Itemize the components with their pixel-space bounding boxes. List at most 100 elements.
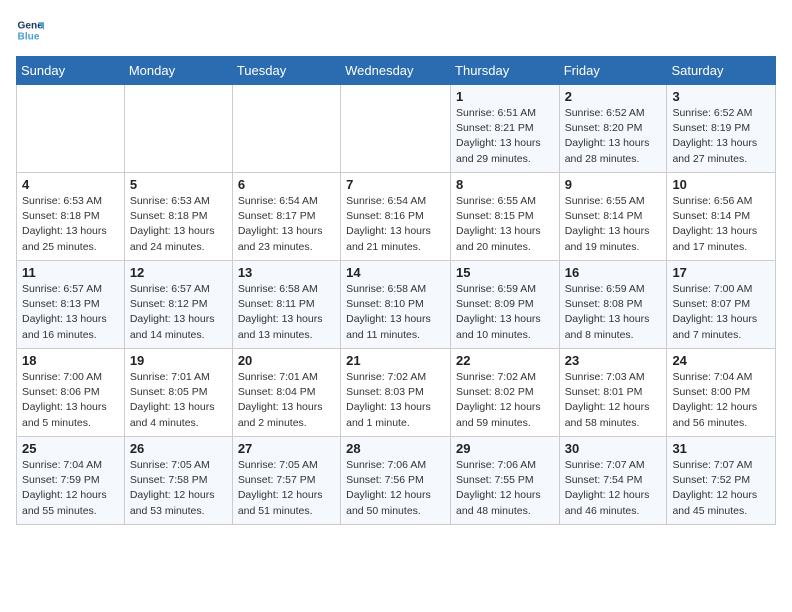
calendar-cell: 27Sunrise: 7:05 AM Sunset: 7:57 PM Dayli… <box>232 437 340 525</box>
cell-info: Sunrise: 6:55 AM Sunset: 8:15 PM Dayligh… <box>456 194 554 255</box>
weekday-wednesday: Wednesday <box>341 57 451 85</box>
calendar-cell: 12Sunrise: 6:57 AM Sunset: 8:12 PM Dayli… <box>124 261 232 349</box>
svg-text:Blue: Blue <box>18 31 40 42</box>
calendar-cell: 31 Sunrise: 7:07 AM Sunset: 7:52 PM Dayli… <box>667 437 776 525</box>
calendar-cell: 17 Sunrise: 7:00 AM Sunset: 8:07 PM Dayli… <box>667 261 776 349</box>
cell-info: Sunrise: 7:02 AM Sunset: 8:03 PM Dayligh… <box>346 370 445 431</box>
calendar-cell: 16Sunrise: 6:59 AM Sunset: 8:08 PM Dayli… <box>559 261 667 349</box>
cell-info: Sunrise: 6:58 AM Sunset: 8:10 PM Dayligh… <box>346 282 445 343</box>
calendar-cell: 6 Sunrise: 6:54 AM Sunset: 8:17 PM Daylig… <box>232 173 340 261</box>
calendar-body: 1Sunrise: 6:51 AM Sunset: 8:21 PM Daylig… <box>17 85 776 525</box>
cell-info: Sunrise: 7:04 AM Sunset: 8:00 PM Dayligh… <box>672 370 770 431</box>
cell-info: Sunrise: 7:03 AM Sunset: 8:01 PM Dayligh… <box>565 370 662 431</box>
logo: General Blue <box>16 16 48 44</box>
calendar-cell: 4 Sunrise: 6:53 AM Sunset: 8:18 PM Daylig… <box>17 173 125 261</box>
calendar-table: SundayMondayTuesdayWednesdayThursdayFrid… <box>16 56 776 525</box>
calendar-cell: 25 Sunrise: 7:04 AM Sunset: 7:59 PM Dayli… <box>17 437 125 525</box>
calendar-cell: 30 Sunrise: 7:07 AM Sunset: 7:54 PM Dayli… <box>559 437 667 525</box>
day-number: 11 <box>22 265 119 280</box>
cell-info: Sunrise: 6:53 AM Sunset: 8:18 PM Dayligh… <box>130 194 227 255</box>
cell-info: Sunrise: 6:51 AM Sunset: 8:21 PM Dayligh… <box>456 106 554 167</box>
cell-info: Sunrise: 7:04 AM Sunset: 7:59 PM Dayligh… <box>22 458 119 519</box>
cell-info: Sunrise: 7:01 AM Sunset: 8:05 PM Dayligh… <box>130 370 227 431</box>
calendar-cell: 18 Sunrise: 7:00 AM Sunset: 8:06 PM Dayli… <box>17 349 125 437</box>
day-number: 14 <box>346 265 445 280</box>
cell-info: Sunrise: 7:07 AM Sunset: 7:54 PM Dayligh… <box>565 458 662 519</box>
day-number: 3 <box>672 89 770 104</box>
cell-info: Sunrise: 7:06 AM Sunset: 7:55 PM Dayligh… <box>456 458 554 519</box>
cell-info: Sunrise: 6:56 AM Sunset: 8:14 PM Dayligh… <box>672 194 770 255</box>
calendar-cell <box>124 85 232 173</box>
calendar-cell: 23 Sunrise: 7:03 AM Sunset: 8:01 PM Dayli… <box>559 349 667 437</box>
day-number: 5 <box>130 177 227 192</box>
cell-info: Sunrise: 6:59 AM Sunset: 8:09 PM Dayligh… <box>456 282 554 343</box>
calendar-cell: 29 Sunrise: 7:06 AM Sunset: 7:55 PM Dayli… <box>451 437 560 525</box>
cell-info: Sunrise: 6:55 AM Sunset: 8:14 PM Dayligh… <box>565 194 662 255</box>
weekday-friday: Friday <box>559 57 667 85</box>
cell-info: Sunrise: 7:00 AM Sunset: 8:06 PM Dayligh… <box>22 370 119 431</box>
day-number: 22 <box>456 353 554 368</box>
day-number: 9 <box>565 177 662 192</box>
calendar-cell: 22 Sunrise: 7:02 AM Sunset: 8:02 PM Dayli… <box>451 349 560 437</box>
calendar-cell: 5 Sunrise: 6:53 AM Sunset: 8:18 PM Daylig… <box>124 173 232 261</box>
day-number: 25 <box>22 441 119 456</box>
day-number: 6 <box>238 177 335 192</box>
day-number: 24 <box>672 353 770 368</box>
calendar-week-5: 25 Sunrise: 7:04 AM Sunset: 7:59 PM Dayli… <box>17 437 776 525</box>
cell-info: Sunrise: 6:53 AM Sunset: 8:18 PM Dayligh… <box>22 194 119 255</box>
calendar-cell: 21 Sunrise: 7:02 AM Sunset: 8:03 PM Dayli… <box>341 349 451 437</box>
calendar-cell: 20 Sunrise: 7:01 AM Sunset: 8:04 PM Dayli… <box>232 349 340 437</box>
calendar-week-1: 1Sunrise: 6:51 AM Sunset: 8:21 PM Daylig… <box>17 85 776 173</box>
day-number: 2 <box>565 89 662 104</box>
page-header: General Blue <box>16 16 776 44</box>
weekday-tuesday: Tuesday <box>232 57 340 85</box>
day-number: 28 <box>346 441 445 456</box>
calendar-cell: 11Sunrise: 6:57 AM Sunset: 8:13 PM Dayli… <box>17 261 125 349</box>
calendar-cell: 2Sunrise: 6:52 AM Sunset: 8:20 PM Daylig… <box>559 85 667 173</box>
cell-info: Sunrise: 7:02 AM Sunset: 8:02 PM Dayligh… <box>456 370 554 431</box>
day-number: 29 <box>456 441 554 456</box>
calendar-week-4: 18 Sunrise: 7:00 AM Sunset: 8:06 PM Dayli… <box>17 349 776 437</box>
calendar-cell: 1Sunrise: 6:51 AM Sunset: 8:21 PM Daylig… <box>451 85 560 173</box>
calendar-cell: 7 Sunrise: 6:54 AM Sunset: 8:16 PM Daylig… <box>341 173 451 261</box>
calendar-cell: 13Sunrise: 6:58 AM Sunset: 8:11 PM Dayli… <box>232 261 340 349</box>
day-number: 7 <box>346 177 445 192</box>
day-number: 4 <box>22 177 119 192</box>
day-number: 17 <box>672 265 770 280</box>
cell-info: Sunrise: 6:58 AM Sunset: 8:11 PM Dayligh… <box>238 282 335 343</box>
day-number: 19 <box>130 353 227 368</box>
calendar-cell <box>17 85 125 173</box>
cell-info: Sunrise: 7:05 AM Sunset: 7:58 PM Dayligh… <box>130 458 227 519</box>
day-number: 15 <box>456 265 554 280</box>
calendar-cell: 3Sunrise: 6:52 AM Sunset: 8:19 PM Daylig… <box>667 85 776 173</box>
calendar-cell: 24 Sunrise: 7:04 AM Sunset: 8:00 PM Dayli… <box>667 349 776 437</box>
weekday-monday: Monday <box>124 57 232 85</box>
day-number: 21 <box>346 353 445 368</box>
weekday-thursday: Thursday <box>451 57 560 85</box>
day-number: 8 <box>456 177 554 192</box>
day-number: 26 <box>130 441 227 456</box>
calendar-cell: 15 Sunrise: 6:59 AM Sunset: 8:09 PM Dayli… <box>451 261 560 349</box>
calendar-cell: 26 Sunrise: 7:05 AM Sunset: 7:58 PM Dayli… <box>124 437 232 525</box>
day-number: 23 <box>565 353 662 368</box>
calendar-cell <box>341 85 451 173</box>
day-number: 30 <box>565 441 662 456</box>
cell-info: Sunrise: 6:54 AM Sunset: 8:16 PM Dayligh… <box>346 194 445 255</box>
cell-info: Sunrise: 7:01 AM Sunset: 8:04 PM Dayligh… <box>238 370 335 431</box>
cell-info: Sunrise: 7:07 AM Sunset: 7:52 PM Dayligh… <box>672 458 770 519</box>
day-number: 12 <box>130 265 227 280</box>
cell-info: Sunrise: 7:00 AM Sunset: 8:07 PM Dayligh… <box>672 282 770 343</box>
day-number: 27 <box>238 441 335 456</box>
calendar-cell <box>232 85 340 173</box>
day-number: 20 <box>238 353 335 368</box>
day-number: 18 <box>22 353 119 368</box>
weekday-sunday: Sunday <box>17 57 125 85</box>
day-number: 31 <box>672 441 770 456</box>
calendar-cell: 28Sunrise: 7:06 AM Sunset: 7:56 PM Dayli… <box>341 437 451 525</box>
calendar-week-2: 4 Sunrise: 6:53 AM Sunset: 8:18 PM Daylig… <box>17 173 776 261</box>
calendar-cell: 9 Sunrise: 6:55 AM Sunset: 8:14 PM Daylig… <box>559 173 667 261</box>
cell-info: Sunrise: 6:54 AM Sunset: 8:17 PM Dayligh… <box>238 194 335 255</box>
calendar-cell: 14 Sunrise: 6:58 AM Sunset: 8:10 PM Dayli… <box>341 261 451 349</box>
calendar-cell: 19 Sunrise: 7:01 AM Sunset: 8:05 PM Dayli… <box>124 349 232 437</box>
weekday-header-row: SundayMondayTuesdayWednesdayThursdayFrid… <box>17 57 776 85</box>
